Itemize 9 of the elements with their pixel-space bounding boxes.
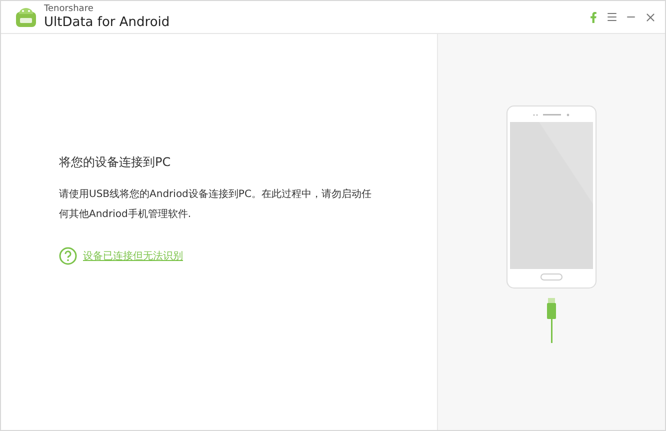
instructions-text: 请使用USB线将您的Andriod设备连接到PC。在此过程中，请勿启动任何其他Andriod手机管理软件. (59, 188, 372, 222)
help-icon (59, 247, 77, 265)
android-logo-icon (15, 6, 37, 28)
vendor-name: Tenorshare (44, 4, 94, 14)
close-icon[interactable] (644, 10, 657, 24)
menu-icon[interactable] (606, 11, 618, 23)
connect-heading: 将您的设备连接到PC (59, 154, 172, 171)
app-name: UltData for Android (44, 14, 171, 30)
help-link[interactable]: 设备已连接但无法识别 (83, 249, 183, 263)
